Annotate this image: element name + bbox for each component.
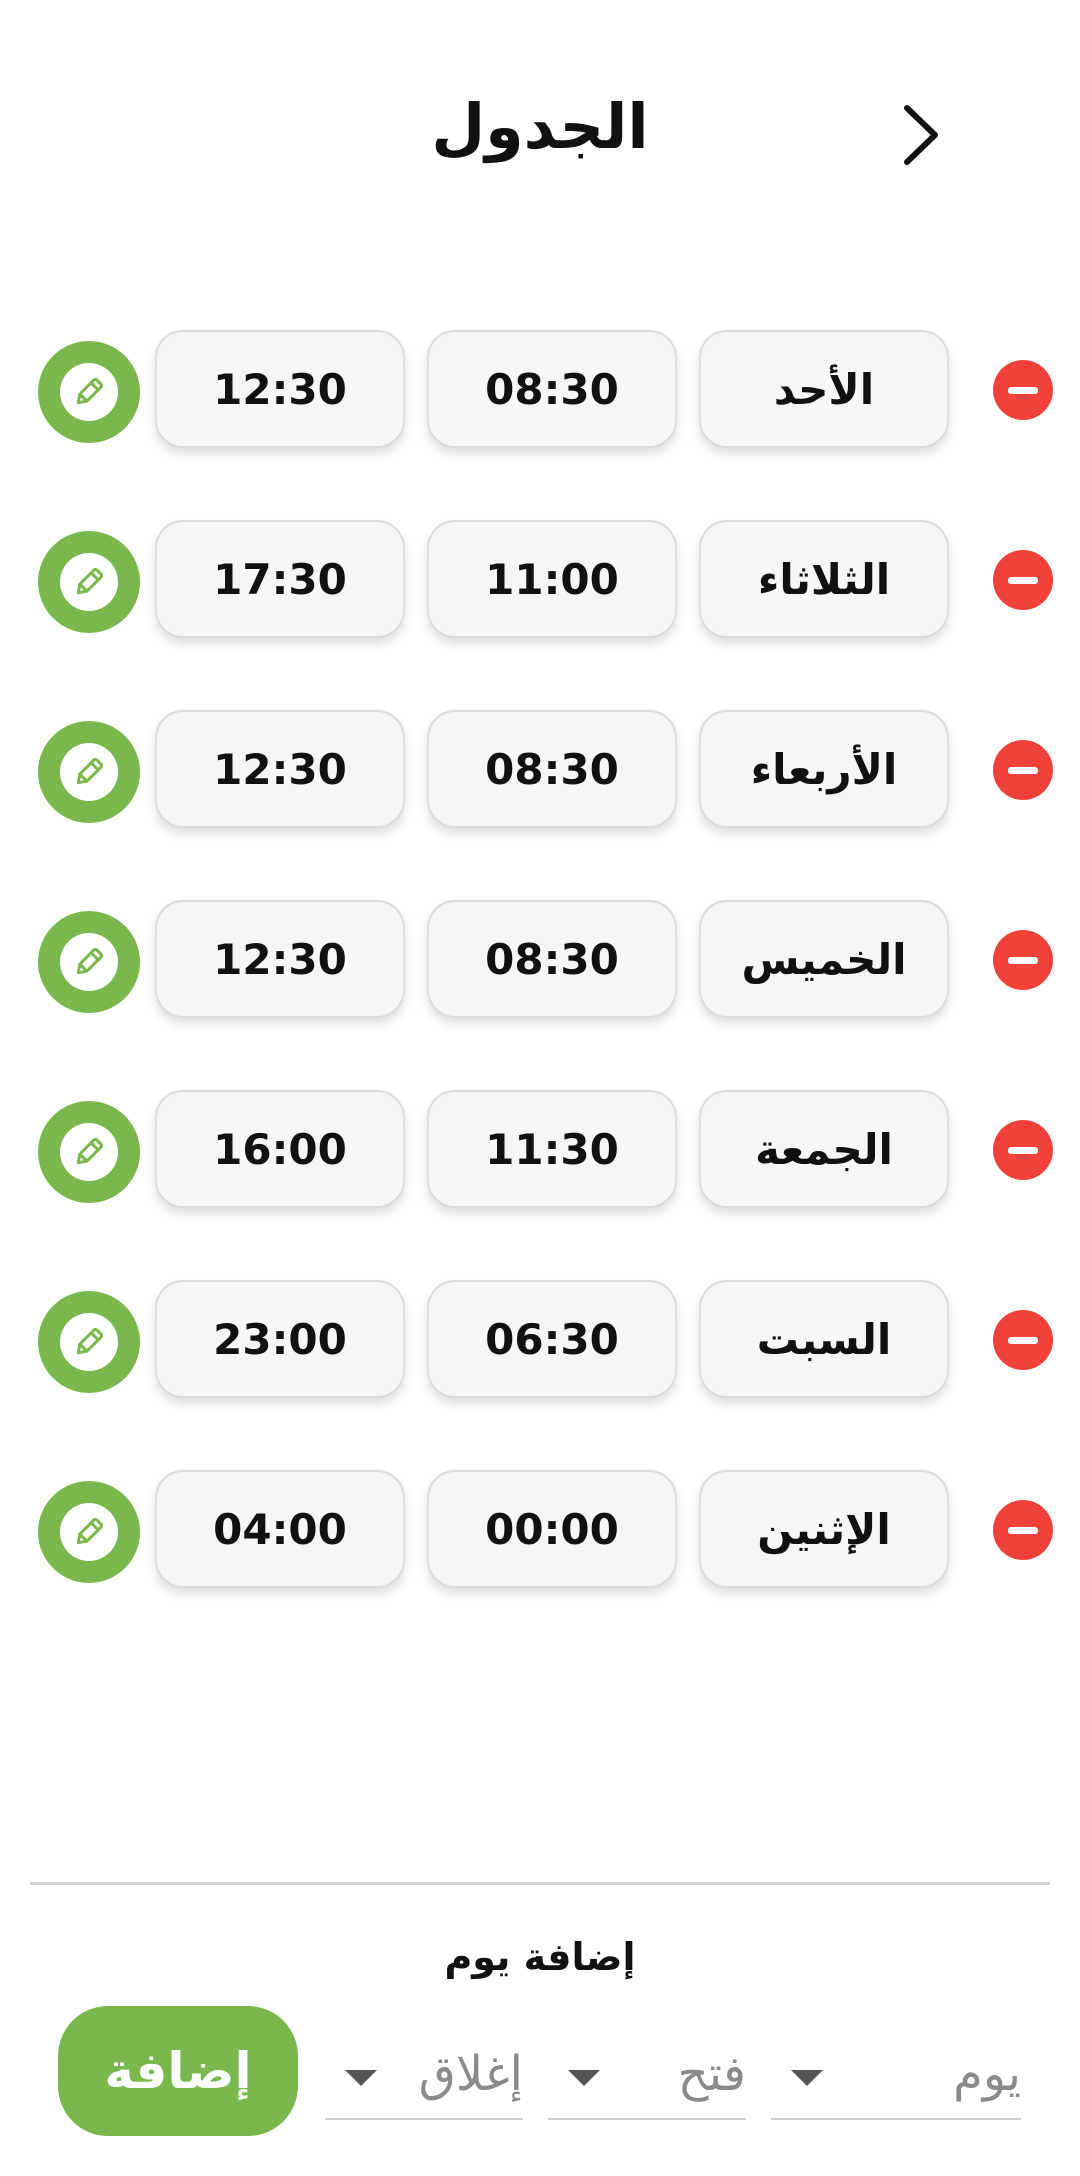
pencil-icon — [76, 757, 104, 785]
schedule-row: 12:30 08:30 الأحد — [0, 330, 1080, 450]
dropdown-caret-icon — [568, 2070, 600, 2086]
open-time-field[interactable]: 00:00 — [427, 1470, 677, 1588]
dropdown-caret-icon — [791, 2070, 823, 2086]
day-field[interactable]: الأحد — [699, 330, 949, 448]
open-time-field[interactable]: 11:30 — [427, 1090, 677, 1208]
day-field[interactable]: الجمعة — [699, 1090, 949, 1208]
close-time-field[interactable]: 23:00 — [155, 1280, 405, 1398]
back-button[interactable] — [880, 95, 960, 175]
schedule-row: 16:00 11:30 الجمعة — [0, 1090, 1080, 1210]
minus-icon — [1008, 956, 1038, 964]
dropdown-caret-icon — [345, 2070, 377, 2086]
open-time-placeholder: فتح — [677, 2046, 746, 2102]
pencil-icon — [76, 377, 104, 405]
minus-icon — [1008, 576, 1038, 584]
remove-button[interactable] — [993, 930, 1053, 990]
remove-button[interactable] — [993, 550, 1053, 610]
day-field[interactable]: الأربعاء — [699, 710, 949, 828]
day-select[interactable]: يوم — [771, 2040, 1021, 2120]
edit-icon-wrap — [60, 1313, 118, 1371]
pencil-icon — [76, 567, 104, 595]
pencil-icon — [76, 1327, 104, 1355]
open-time-field[interactable]: 08:30 — [427, 330, 677, 448]
schedule-row: 23:00 06:30 السبت — [0, 1280, 1080, 1400]
edit-icon-wrap — [60, 363, 118, 421]
pencil-icon — [76, 947, 104, 975]
day-field[interactable]: السبت — [699, 1280, 949, 1398]
minus-icon — [1008, 766, 1038, 774]
minus-icon — [1008, 1146, 1038, 1154]
remove-button[interactable] — [993, 360, 1053, 420]
day-field[interactable]: الإثنين — [699, 1470, 949, 1588]
close-time-field[interactable]: 12:30 — [155, 710, 405, 828]
day-field[interactable]: الثلاثاء — [699, 520, 949, 638]
edit-button[interactable] — [38, 1481, 140, 1583]
remove-button[interactable] — [993, 740, 1053, 800]
divider — [30, 1882, 1050, 1885]
remove-button[interactable] — [993, 1310, 1053, 1370]
open-time-field[interactable]: 08:30 — [427, 710, 677, 828]
pencil-icon — [76, 1517, 104, 1545]
minus-icon — [1008, 1526, 1038, 1534]
close-time-placeholder: إغلاق — [418, 2046, 523, 2102]
close-time-select[interactable]: إغلاق — [325, 2040, 523, 2120]
minus-icon — [1008, 1336, 1038, 1344]
edit-button[interactable] — [38, 1291, 140, 1393]
edit-button[interactable] — [38, 721, 140, 823]
edit-icon-wrap — [60, 1123, 118, 1181]
edit-button[interactable] — [38, 911, 140, 1013]
edit-icon-wrap — [60, 933, 118, 991]
day-placeholder: يوم — [953, 2046, 1021, 2102]
close-time-field[interactable]: 17:30 — [155, 520, 405, 638]
schedule-row: 04:00 00:00 الإثنين — [0, 1470, 1080, 1590]
edit-button[interactable] — [38, 1101, 140, 1203]
edit-icon-wrap — [60, 743, 118, 801]
open-time-field[interactable]: 08:30 — [427, 900, 677, 1018]
chevron-right-icon — [904, 105, 938, 165]
close-time-field[interactable]: 12:30 — [155, 330, 405, 448]
add-day-title: إضافة يوم — [444, 1935, 636, 1979]
schedule-row: 12:30 08:30 الأربعاء — [0, 710, 1080, 830]
edit-icon-wrap — [60, 553, 118, 611]
edit-icon-wrap — [60, 1503, 118, 1561]
day-field[interactable]: الخميس — [699, 900, 949, 1018]
open-time-select[interactable]: فتح — [548, 2040, 746, 2120]
add-button[interactable]: إضافة — [58, 2006, 298, 2136]
open-time-field[interactable]: 11:00 — [427, 520, 677, 638]
header: الجدول — [0, 0, 1080, 270]
remove-button[interactable] — [993, 1500, 1053, 1560]
remove-button[interactable] — [993, 1120, 1053, 1180]
schedule-row: 12:30 08:30 الخميس — [0, 900, 1080, 1020]
schedule-row: 17:30 11:00 الثلاثاء — [0, 520, 1080, 640]
close-time-field[interactable]: 12:30 — [155, 900, 405, 1018]
edit-button[interactable] — [38, 341, 140, 443]
edit-button[interactable] — [38, 531, 140, 633]
open-time-field[interactable]: 06:30 — [427, 1280, 677, 1398]
pencil-icon — [76, 1137, 104, 1165]
close-time-field[interactable]: 04:00 — [155, 1470, 405, 1588]
minus-icon — [1008, 386, 1038, 394]
close-time-field[interactable]: 16:00 — [155, 1090, 405, 1208]
